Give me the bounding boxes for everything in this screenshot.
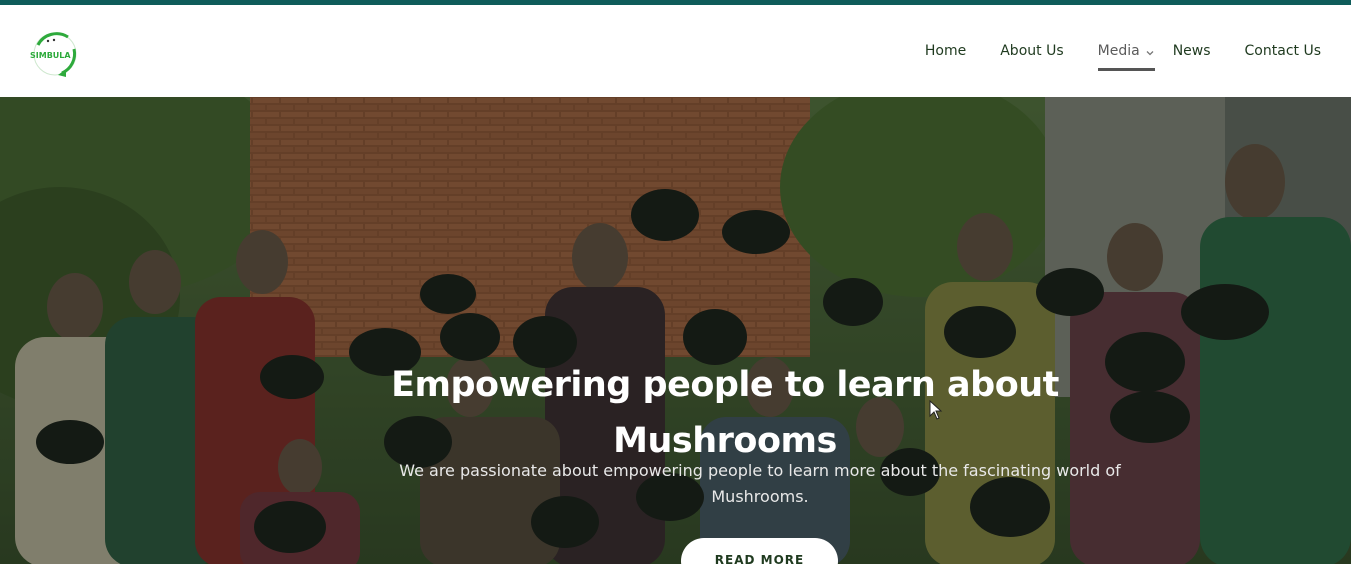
nav-item-label: About Us bbox=[1000, 43, 1064, 59]
hero-subtitle-line: Mushrooms. bbox=[711, 487, 809, 506]
hero-title: Empowering people to learn about Mushroo… bbox=[375, 357, 1075, 469]
mouse-cursor-icon bbox=[929, 400, 943, 420]
hero-banner: Empowering people to learn about Mushroo… bbox=[0, 97, 1351, 564]
nav-item-news[interactable]: News bbox=[1173, 5, 1211, 97]
read-more-button[interactable]: READ MORE bbox=[681, 538, 838, 564]
nav-item-about-us[interactable]: About Us bbox=[1000, 5, 1063, 97]
main-nav: Home About Us Media News Contact Us bbox=[891, 5, 1321, 97]
nav-item-contact-us[interactable]: Contact Us bbox=[1245, 5, 1321, 97]
svg-text:SIMBULA: SIMBULA bbox=[30, 51, 71, 60]
hero-title-line: Empowering people to learn about bbox=[391, 365, 1059, 405]
nav-item-label: Home bbox=[924, 43, 967, 59]
nav-item-label: Contact Us bbox=[1244, 43, 1321, 59]
nav-item-home[interactable]: Home bbox=[925, 5, 966, 97]
nav-item-media[interactable]: Media bbox=[1097, 5, 1155, 97]
chevron-down-icon bbox=[1145, 46, 1155, 56]
hero-subtitle-line: We are passionate about empowering peopl… bbox=[399, 461, 1121, 480]
site-header: SIMBULA Home About Us Media News Contact… bbox=[0, 5, 1351, 97]
nav-item-label: Media bbox=[1097, 43, 1140, 59]
nav-item-label: News bbox=[1172, 43, 1211, 59]
hero-subtitle: We are passionate about empowering peopl… bbox=[360, 458, 1160, 510]
simbula-logo[interactable]: SIMBULA bbox=[28, 31, 82, 77]
